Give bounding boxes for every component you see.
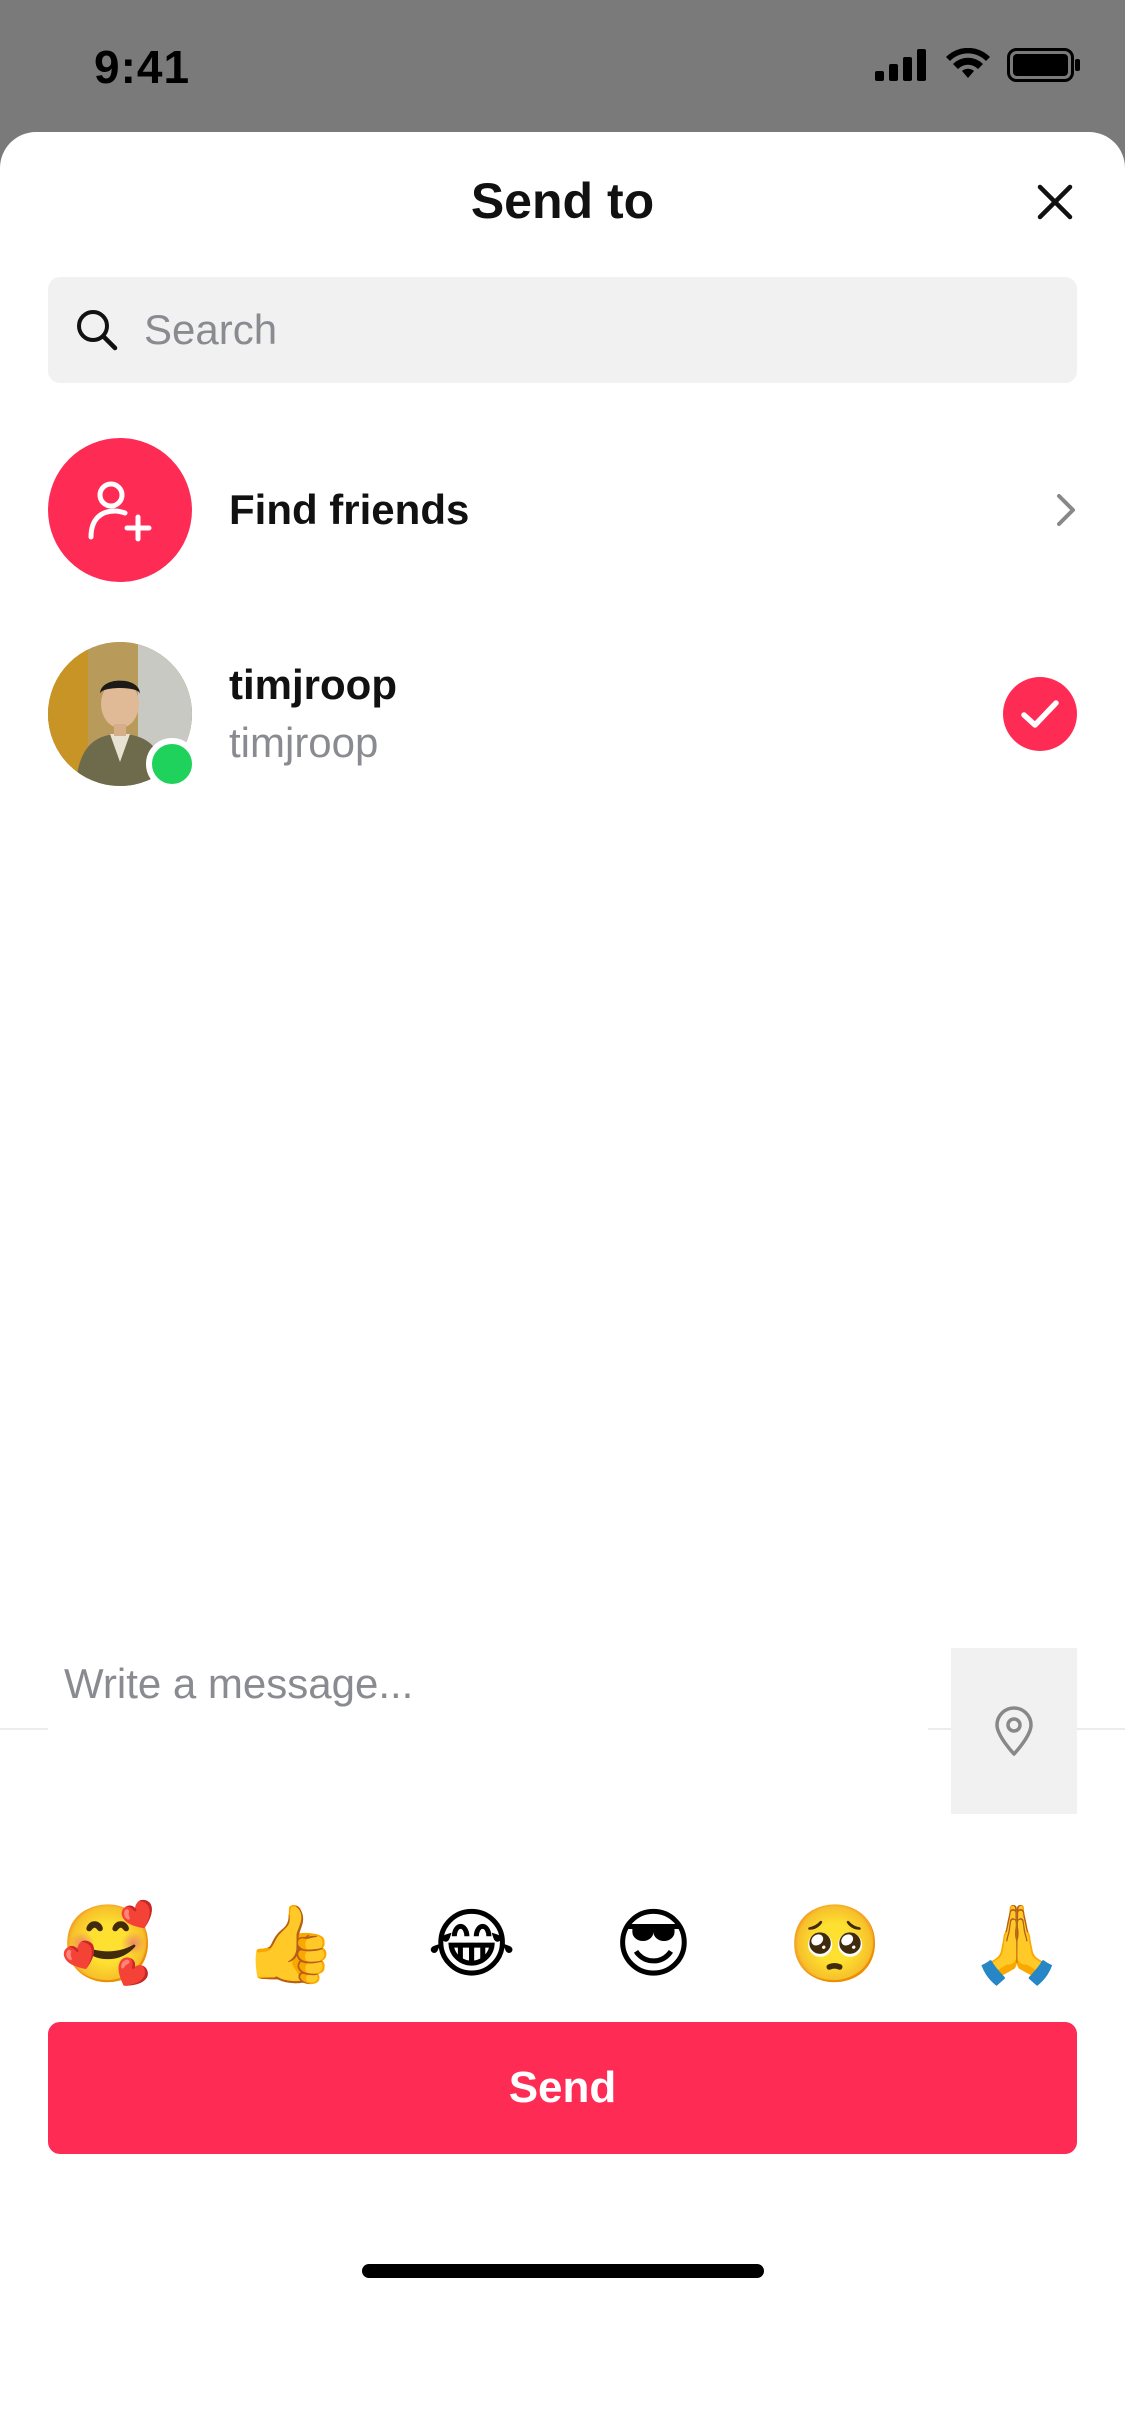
sheet-header: Send to: [0, 132, 1125, 264]
wifi-icon: [946, 48, 990, 78]
emoji-smiling-hearts[interactable]: 🥰: [48, 1907, 168, 1983]
find-friends-avatar: [48, 438, 192, 582]
emoji-tears-of-joy[interactable]: 😂: [412, 1907, 532, 1983]
battery-icon: [1007, 48, 1080, 82]
search-icon: [77, 310, 118, 351]
emoji-sunglasses[interactable]: 😎: [593, 1907, 713, 1983]
quick-emoji-row: 🥰 👍 😂 😎 🥺 🙏: [48, 1895, 1077, 1995]
home-indicator: [362, 2264, 764, 2278]
signal-icon: [875, 49, 926, 81]
selected-checkbox[interactable]: [1003, 677, 1077, 751]
close-icon: [1037, 184, 1073, 220]
message-input[interactable]: [48, 1646, 928, 1812]
search-input[interactable]: [142, 305, 1046, 355]
chevron-right-icon: [1057, 494, 1075, 526]
emoji-pleading[interactable]: 🥺: [775, 1907, 895, 1983]
contact-name: timjroop: [229, 661, 397, 708]
avatar: [48, 642, 198, 790]
sheet-title: Send to: [470, 173, 655, 229]
online-status-indicator: [146, 738, 198, 790]
find-friends-label: Find friends: [229, 486, 470, 533]
find-friends-row[interactable]: Find friends: [48, 438, 1077, 582]
contact-handle: timjroop: [229, 719, 379, 766]
location-button[interactable]: [951, 1648, 1077, 1814]
emoji-folded-hands[interactable]: 🙏: [957, 1907, 1077, 1983]
contact-row[interactable]: timjroop timjroop: [48, 642, 1077, 790]
send-button[interactable]: Send: [48, 2022, 1077, 2154]
contact-text: timjroop timjroop: [229, 661, 397, 767]
checkmark-icon: [1021, 700, 1059, 728]
add-user-icon: [88, 481, 152, 542]
emoji-thumbs-up[interactable]: 👍: [230, 1907, 350, 1983]
close-button[interactable]: [1025, 172, 1085, 232]
status-bar: 9:41: [0, 0, 1125, 132]
message-field-wrapper: [48, 1646, 928, 1812]
status-time: 9:41: [94, 41, 191, 93]
status-icons: [875, 48, 1081, 82]
location-pin-icon: [995, 1706, 1033, 1756]
search-bar[interactable]: [48, 277, 1077, 383]
